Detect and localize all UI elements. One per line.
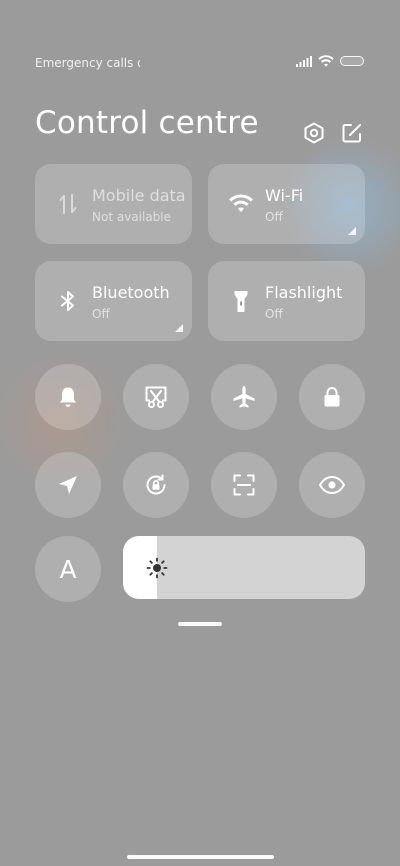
toggle-lock[interactable] bbox=[299, 364, 365, 430]
toggle-reading-mode[interactable] bbox=[299, 452, 365, 518]
toggle-airplane[interactable] bbox=[211, 364, 277, 430]
tile-bluetooth-status: Off bbox=[92, 307, 110, 321]
lock-icon bbox=[324, 387, 340, 407]
brightness-slider[interactable] bbox=[123, 536, 365, 599]
tile-wifi[interactable]: Wi-Fi Off bbox=[208, 164, 365, 244]
bell-icon bbox=[60, 387, 76, 407]
mobile-data-icon bbox=[59, 194, 77, 214]
tile-mobile-data[interactable]: Mobile data Not available bbox=[35, 164, 192, 244]
scanner-icon bbox=[233, 474, 255, 496]
status-icons bbox=[296, 55, 364, 67]
settings-icon bbox=[304, 122, 324, 144]
sun-icon bbox=[146, 557, 168, 579]
edit-icon bbox=[342, 124, 361, 143]
tile-bluetooth[interactable]: Bluetooth Off bbox=[35, 261, 192, 341]
airplane-icon bbox=[233, 386, 255, 408]
expand-corner-icon[interactable] bbox=[348, 227, 356, 235]
tile-mobile-data-status: Not available bbox=[92, 210, 172, 224]
signal-icon bbox=[296, 55, 312, 67]
flashlight-icon bbox=[234, 291, 248, 312]
tile-wifi-status: Off bbox=[265, 210, 283, 224]
toggle-location[interactable] bbox=[35, 452, 101, 518]
toggle-screenshot[interactable] bbox=[123, 364, 189, 430]
auto-brightness-button[interactable]: A bbox=[35, 536, 101, 602]
settings-button[interactable] bbox=[302, 121, 326, 145]
wifi-icon bbox=[318, 55, 334, 67]
battery-icon bbox=[340, 56, 364, 66]
rotation-lock-icon bbox=[146, 474, 166, 495]
status-bar: Emergency calls only bbox=[35, 55, 364, 71]
toggle-rotation-lock[interactable] bbox=[123, 452, 189, 518]
tile-wifi-label: Wi-Fi bbox=[265, 186, 304, 205]
location-icon bbox=[59, 476, 77, 494]
wifi-icon bbox=[229, 194, 253, 212]
toggle-mute[interactable] bbox=[35, 364, 101, 430]
screenshot-icon bbox=[145, 386, 167, 409]
home-indicator[interactable] bbox=[127, 855, 274, 859]
tile-flashlight[interactable]: Flashlight Off bbox=[208, 261, 365, 341]
tile-bluetooth-label: Bluetooth bbox=[92, 283, 170, 302]
page-title: Control centre bbox=[35, 105, 259, 141]
bluetooth-icon bbox=[61, 291, 74, 311]
toggle-scanner[interactable] bbox=[211, 452, 277, 518]
auto-brightness-label: A bbox=[59, 554, 77, 584]
carrier-text: Emergency calls only bbox=[35, 56, 140, 70]
eye-icon bbox=[319, 476, 345, 494]
collapse-handle[interactable] bbox=[178, 622, 222, 626]
tile-flashlight-status: Off bbox=[265, 307, 283, 321]
expand-corner-icon[interactable] bbox=[175, 324, 183, 332]
tile-flashlight-label: Flashlight bbox=[265, 283, 343, 302]
tile-mobile-data-label: Mobile data bbox=[92, 186, 186, 205]
edit-button[interactable] bbox=[340, 121, 364, 145]
